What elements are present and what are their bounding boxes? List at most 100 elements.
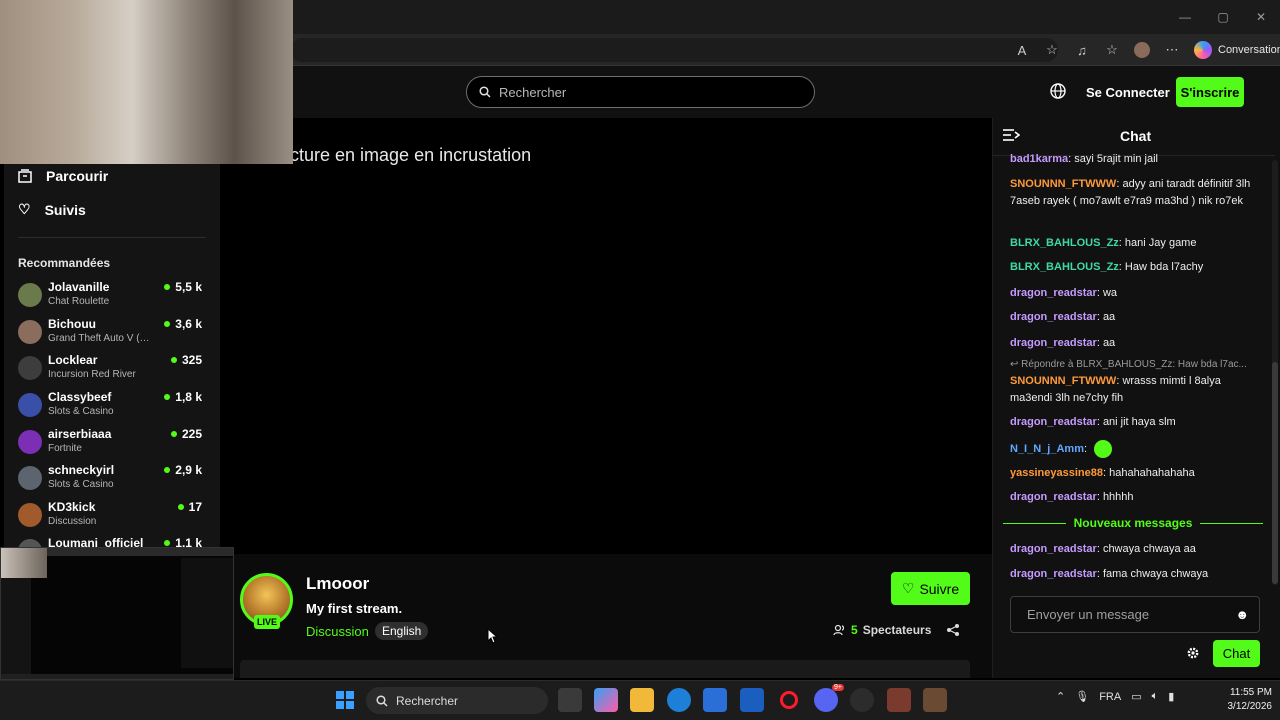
chat-send-button[interactable]: Chat xyxy=(1213,640,1260,667)
recommended-channel[interactable]: Bichouu Grand Theft Auto V (… 3,6 k xyxy=(18,317,204,349)
game-app-icon[interactable] xyxy=(887,688,911,712)
channel-category: Fortnite xyxy=(48,443,82,454)
language-tag[interactable]: English xyxy=(375,622,429,640)
channel-category: Slots & Casino xyxy=(48,406,114,417)
emote-icon xyxy=(1094,440,1113,458)
channel-category: Discussion xyxy=(48,516,97,527)
more-options-icon[interactable]: ⋯ xyxy=(1160,38,1184,62)
recommended-channel[interactable]: airserbiaaa Fortnite 225 xyxy=(18,427,204,459)
emoji-icon[interactable]: ☻ xyxy=(1235,607,1249,622)
microphone-icon[interactable]: 🎙︎ xyxy=(1075,690,1089,703)
chevron-up-icon[interactable]: ⌃ xyxy=(1056,690,1065,703)
network-icon[interactable]: ▭ xyxy=(1131,690,1141,703)
copilot-conversation-button[interactable]: Conversation xyxy=(1194,41,1280,59)
read-aloud-icon[interactable]: A xyxy=(1010,38,1034,62)
chat-message: dragon_readstar: ani jit haya slm xyxy=(1010,416,1176,428)
chat-message: SNOUNNN_FTWWW: adyy ani taradt définitif… xyxy=(1010,178,1251,207)
minimize-button[interactable]: — xyxy=(1166,0,1204,34)
heart-icon: ♡ xyxy=(901,580,915,596)
avatar xyxy=(18,356,42,380)
language-globe-icon[interactable] xyxy=(1049,82,1067,100)
channel-name: airserbiaaa xyxy=(48,427,112,441)
mail-icon[interactable] xyxy=(740,688,764,712)
channel-name: Locklear xyxy=(48,353,98,367)
users-icon xyxy=(833,624,845,636)
volume-icon[interactable]: 🔈︎ xyxy=(1152,690,1159,703)
live-dot-icon xyxy=(170,357,177,363)
maximize-button[interactable]: ▢ xyxy=(1204,0,1242,34)
copilot-app-icon[interactable] xyxy=(594,688,618,712)
recommended-channel[interactable]: Jolavanille Chat Roulette 5,5 k xyxy=(18,280,204,312)
signup-button[interactable]: S'inscrire xyxy=(1176,77,1244,107)
opera-icon[interactable] xyxy=(777,688,801,712)
collapse-chat-icon[interactable] xyxy=(1002,128,1020,142)
viewer-count: 2,9 k xyxy=(164,463,202,477)
chat-message: bad1karma: sayi 5rajit min jail xyxy=(1010,153,1158,165)
share-icon[interactable] xyxy=(946,623,960,637)
chat-message-input[interactable] xyxy=(1027,607,1236,622)
obs-icon[interactable] xyxy=(850,688,874,712)
chat-message: BLRX_BAHLOUS_Zz: hani Jay game xyxy=(1010,237,1197,249)
battery-icon[interactable]: ▮ xyxy=(1168,690,1174,703)
avatar xyxy=(18,503,42,527)
sidebar-item-following[interactable]: ♡ Suivis xyxy=(18,201,86,218)
recommended-channel[interactable]: Classybeef Slots & Casino 1,8 k xyxy=(18,390,204,422)
favorite-star-icon[interactable]: ☆ xyxy=(1040,38,1064,62)
viewers-label: Spectateurs xyxy=(862,623,932,637)
viewer-count: 5,5 k xyxy=(164,280,202,294)
address-bar[interactable] xyxy=(290,38,1058,62)
sidebar-item-browse[interactable]: Parcourir xyxy=(18,168,108,184)
mouse-cursor-icon xyxy=(487,628,497,644)
clock-date: 3/12/2026 xyxy=(1227,701,1273,712)
search-icon xyxy=(479,86,491,98)
search-input[interactable] xyxy=(499,84,779,100)
recommended-channel[interactable]: Locklear Incursion Red River 325 xyxy=(18,353,204,385)
close-window-button[interactable]: ✕ xyxy=(1242,0,1280,34)
profile-avatar[interactable] xyxy=(1130,38,1154,62)
windows-start-icon[interactable] xyxy=(333,688,357,712)
input-language[interactable]: FRA xyxy=(1099,691,1121,703)
viewer-count: 3,6 k xyxy=(164,317,202,331)
streamer-name[interactable]: Lmooor xyxy=(306,574,369,594)
chat-reply-reference[interactable]: ↩ Répondre à BLRX_BAHLOUS_Zz: Haw bda l7… xyxy=(1010,359,1260,370)
recommended-channel[interactable]: schneckyirl Slots & Casino 2,9 k xyxy=(18,463,204,495)
follow-button[interactable]: ♡ Suivre xyxy=(891,572,970,605)
file-explorer-icon[interactable] xyxy=(630,688,654,712)
favorites-icon[interactable]: ☆ xyxy=(1100,38,1124,62)
chat-scrollbar-thumb[interactable] xyxy=(1272,362,1278,584)
live-dot-icon xyxy=(164,321,171,327)
channel-category: Incursion Red River xyxy=(48,369,136,380)
login-button[interactable]: Se Connecter xyxy=(1078,77,1178,107)
gear-icon[interactable] xyxy=(1186,646,1200,660)
reply-arrow-icon: ↩ xyxy=(1010,359,1022,370)
edge-browser-icon[interactable] xyxy=(667,688,691,712)
chat-input-box[interactable]: ☻ xyxy=(1010,596,1260,633)
browse-icon xyxy=(18,169,32,183)
store-icon[interactable] xyxy=(703,688,727,712)
channel-category: Chat Roulette xyxy=(48,296,110,307)
taskbar-search-label: Rechercher xyxy=(396,693,459,708)
live-dot-icon xyxy=(164,394,171,400)
media-icon[interactable]: ♫ xyxy=(1070,38,1094,62)
game-app-icon-2[interactable] xyxy=(923,688,947,712)
channel-category: Grand Theft Auto V (… xyxy=(48,333,150,344)
follow-label: Suivre xyxy=(919,580,960,597)
avatar xyxy=(18,283,42,307)
chat-message: dragon_readstar: hhhhh xyxy=(1010,491,1134,503)
recommended-channel[interactable]: KD3kick Discussion 17 xyxy=(18,500,204,532)
task-view-icon[interactable] xyxy=(558,688,582,712)
discord-icon[interactable]: 9+ xyxy=(814,684,844,712)
new-messages-divider[interactable]: Nouveaux messages xyxy=(1003,515,1264,531)
taskbar-clock[interactable]: 11:55 PM 3/12/2026 xyxy=(1212,686,1273,714)
taskbar-search[interactable]: Rechercher xyxy=(366,687,548,714)
chat-message: BLRX_BAHLOUS_Zz: Haw bda l7achy xyxy=(1010,261,1204,273)
viewer-count: 1,8 k xyxy=(164,390,202,404)
channel-name: schneckyirl xyxy=(48,463,115,477)
video-player[interactable] xyxy=(220,118,992,554)
site-search[interactable] xyxy=(466,76,815,108)
channel-name: Classybeef xyxy=(48,390,112,404)
chat-message: dragon_readstar: fama chwaya chwaya xyxy=(1010,568,1209,580)
avatar xyxy=(18,430,42,454)
live-dot-icon xyxy=(164,467,171,473)
stream-category-link[interactable]: Discussion xyxy=(306,624,369,639)
